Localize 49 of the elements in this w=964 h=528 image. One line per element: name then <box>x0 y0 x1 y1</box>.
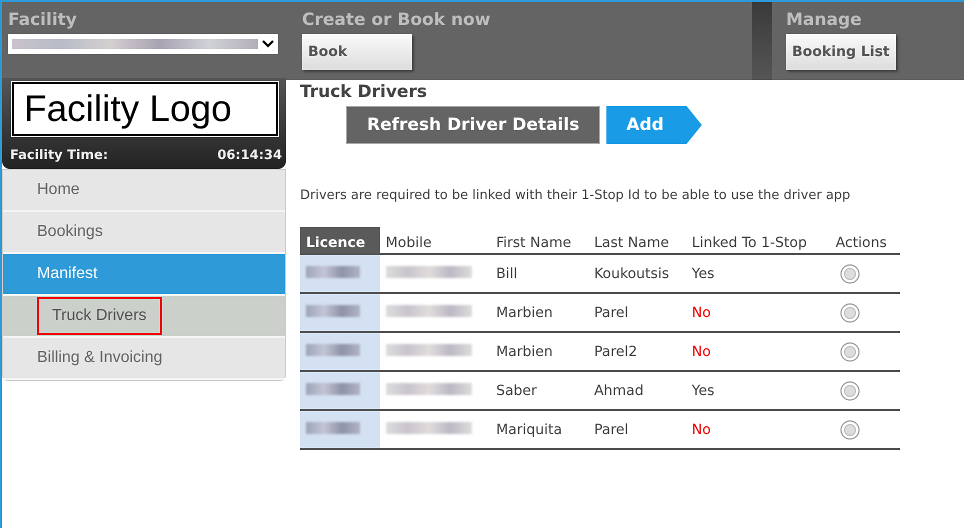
redacted-text <box>306 422 360 434</box>
radio-button[interactable] <box>840 302 860 322</box>
chevron-down-icon <box>262 40 274 48</box>
redacted-text <box>306 266 360 278</box>
column-header: First Name <box>490 227 588 254</box>
column-header: Mobile <box>380 227 490 254</box>
facility-label: Facility <box>8 10 77 30</box>
table-cell: Ahmad <box>588 371 686 410</box>
info-text: Drivers are required to be linked with their 1-Stop Id to be able to use the driver app <box>300 188 852 203</box>
table-cell: Parel <box>588 410 686 449</box>
page-title: Truck Drivers <box>300 82 428 102</box>
column-header: Last Name <box>588 227 686 254</box>
redacted-text <box>306 304 360 316</box>
table-cell: Bill <box>490 254 588 293</box>
table-cell: Marbien <box>490 293 588 332</box>
refresh-button[interactable]: Refresh Driver Details <box>346 106 600 144</box>
redacted-text <box>306 344 360 356</box>
table-cell: No <box>686 293 830 332</box>
radio-button[interactable] <box>840 342 860 362</box>
table-cell: Yes <box>686 254 830 293</box>
table-cell: No <box>686 332 830 371</box>
booking-list-button[interactable]: Booking List <box>786 34 896 70</box>
column-header: Licence <box>300 227 380 254</box>
add-button[interactable]: Add <box>606 106 702 144</box>
sidebar-item[interactable]: Billing & Invoicing <box>3 338 285 380</box>
sidebar-subitem[interactable]: Truck Drivers <box>37 297 162 335</box>
sidebar-item[interactable]: Manifest <box>3 254 285 296</box>
table-cell: No <box>686 410 830 449</box>
table-cell: Parel2 <box>588 332 686 371</box>
table-cell: Marbien <box>490 332 588 371</box>
radio-button[interactable] <box>840 380 860 400</box>
facility-select[interactable] <box>8 34 278 54</box>
section-label: Manage <box>786 10 862 30</box>
facility-time-label: Facility Time: <box>10 148 108 163</box>
facility-time: 06:14:34 <box>217 148 282 163</box>
table-cell: Mariquita <box>490 410 588 449</box>
radio-button[interactable] <box>840 420 860 440</box>
table-cell: Parel <box>588 293 686 332</box>
table-cell: Yes <box>686 371 830 410</box>
column-header: Actions <box>830 227 900 254</box>
radio-button[interactable] <box>840 264 860 284</box>
book-button[interactable]: Book <box>302 34 412 70</box>
facility-logo: Facility Logo <box>12 82 278 136</box>
sidebar-item[interactable]: Home <box>3 170 285 212</box>
column-header: Linked To 1-Stop <box>686 227 830 254</box>
table-cell: Saber <box>490 371 588 410</box>
redacted-text <box>306 382 360 394</box>
table-cell: Koukoutsis <box>588 254 686 293</box>
section-label: Create or Book now <box>302 10 490 30</box>
